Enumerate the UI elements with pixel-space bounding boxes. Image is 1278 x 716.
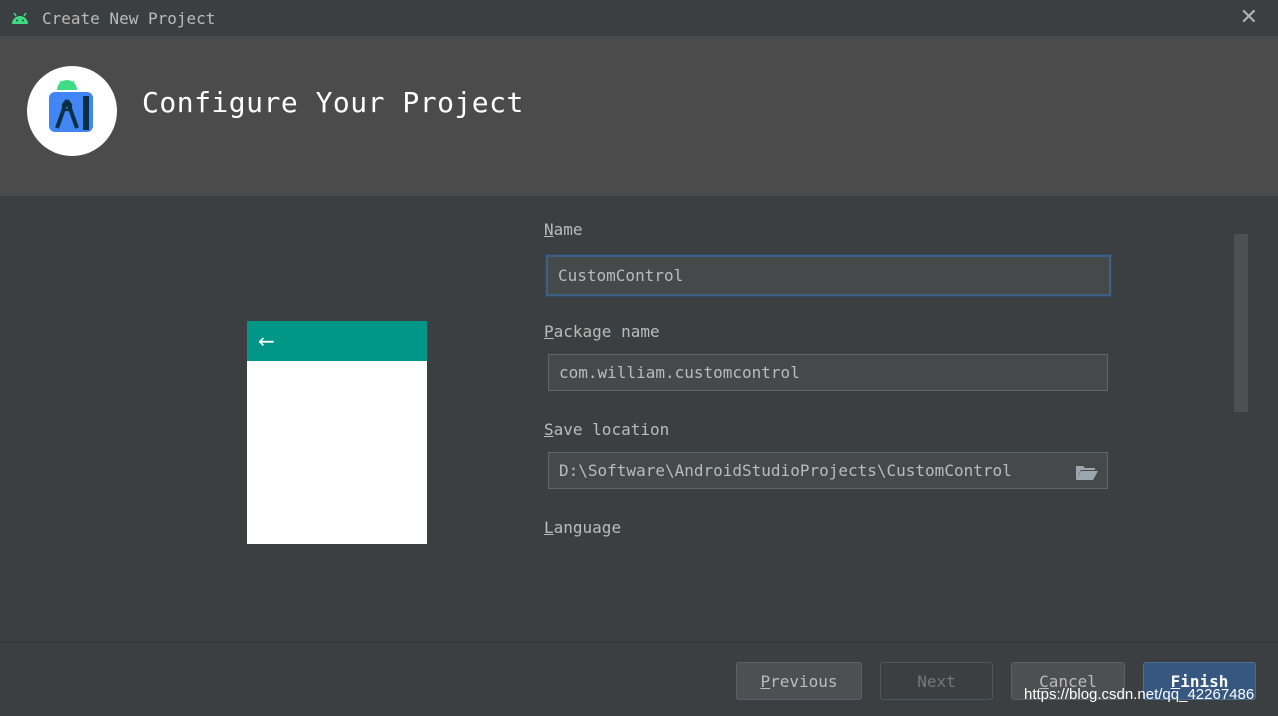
close-icon[interactable]: ✕ [1240,5,1258,30]
folder-open-icon[interactable] [1075,463,1099,481]
wizard-footer: Previous Next Cancel Finish [0,642,1278,716]
activity-preview: ← [247,321,427,544]
scrollbar-thumb[interactable] [1234,234,1248,412]
page-title: Configure Your Project [142,86,524,119]
language-label: Language [544,518,622,537]
android-icon [12,12,28,24]
package-name-field[interactable]: com.william.customcontrol [548,354,1108,391]
wizard-header: Configure Your Project [0,36,1278,196]
name-label: Name [544,220,583,239]
watermark: https://blog.csdn.net/qq_42267486 [1024,686,1255,703]
save-location-field[interactable]: D:\Software\AndroidStudioProjects\Custom… [548,452,1108,489]
package-name-label: Package name [544,322,660,341]
title-bar: Create New Project ✕ [0,0,1278,36]
android-studio-logo [27,66,117,156]
window-title: Create New Project [42,8,216,28]
back-arrow-icon: ← [258,329,275,353]
previous-button[interactable]: Previous [736,662,862,700]
preview-app-bar: ← [247,321,427,361]
save-location-label: Save location [544,420,670,439]
name-field[interactable]: CustomControl [546,255,1111,296]
form-area: ← Name CustomControl Package name com.wi… [0,196,1278,642]
next-button[interactable]: Next [880,662,993,700]
